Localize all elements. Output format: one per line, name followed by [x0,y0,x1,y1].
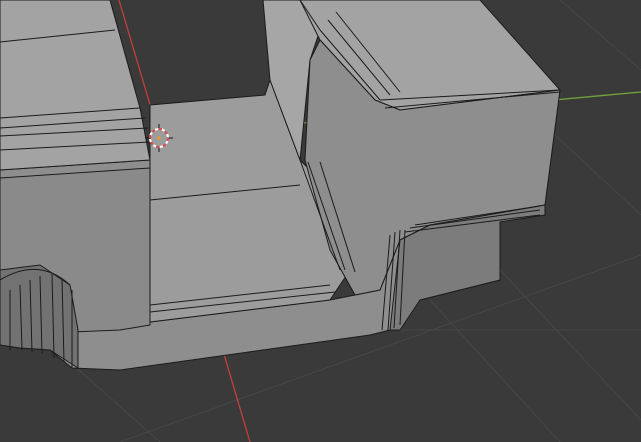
3d-viewport[interactable] [0,0,641,442]
viewport-canvas[interactable] [0,0,641,442]
